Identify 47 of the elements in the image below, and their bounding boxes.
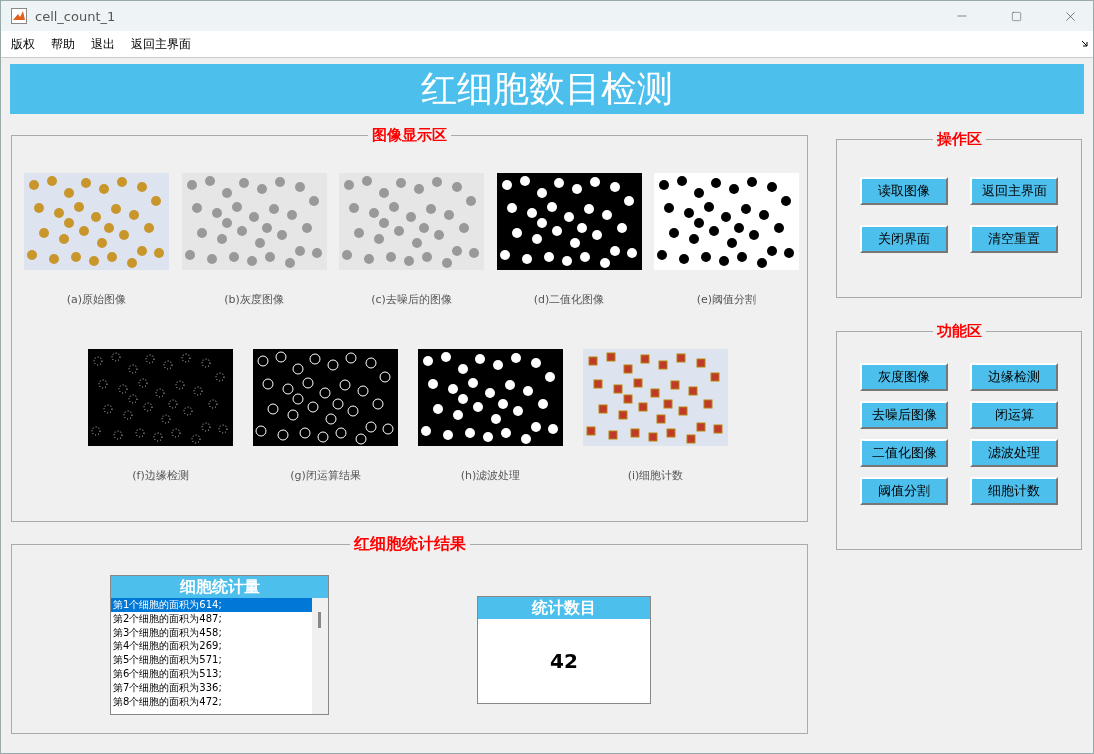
list-item[interactable]: 第2个细胞的面积为487;: [111, 611, 312, 626]
action-button[interactable]: 返回主界面: [970, 177, 1058, 205]
function-button[interactable]: 闭运算: [970, 401, 1058, 429]
image-caption: (b)灰度图像: [224, 292, 284, 307]
list-item[interactable]: 第6个细胞的面积为513;: [111, 667, 312, 681]
function-button[interactable]: 灰度图像: [860, 363, 948, 391]
list-item[interactable]: 第4个细胞的面积为269;: [111, 639, 312, 654]
image-caption: (c)去噪后的图像: [371, 292, 452, 307]
image-caption: (h)滤波处理: [460, 468, 521, 483]
menu-item[interactable]: 返回主界面: [125, 33, 197, 55]
cell-stats-listbox[interactable]: 细胞统计量 第1个细胞的面积为614; 第2个细胞的面积为487; 第3个细胞的面积为458; 第4个细胞的面积为269; 第5个细胞的面积为571; 第6个细胞的面积为513; 第7个细胞的面积为336; 第8个细胞的面积为472;: [110, 575, 329, 715]
image-caption: (d)二值化图像: [533, 292, 605, 307]
function-button[interactable]: 细胞计数: [970, 477, 1058, 505]
function-button[interactable]: 阈值分割: [860, 477, 948, 505]
panel-title: 功能区: [935, 322, 983, 341]
function-button[interactable]: 去噪后图像: [860, 401, 948, 429]
function-button[interactable]: 边缘检测: [970, 363, 1058, 391]
list-item[interactable]: 第5个细胞的面积为571;: [111, 653, 312, 667]
function-button[interactable]: 滤波处理: [970, 439, 1058, 467]
window-title: cell_count_1: [35, 8, 117, 24]
panel-title: 图像显示区: [371, 126, 448, 145]
list-item[interactable]: 第3个细胞的面积为458;: [111, 625, 312, 640]
count-header: 统计数目: [478, 597, 650, 619]
maximize-icon: [1010, 10, 1022, 22]
dock-arrow-icon[interactable]: [1081, 40, 1089, 48]
app-banner-title: 红细胞数目检测: [10, 64, 1084, 114]
function-button[interactable]: 二值化图像: [860, 439, 948, 467]
menu-item[interactable]: 帮助: [45, 33, 81, 55]
image-caption: (g)闭运算结果: [290, 468, 361, 483]
list-item[interactable]: 第8个细胞的面积为472;: [111, 694, 312, 709]
app-logo-icon: [11, 8, 27, 24]
scrollbar-thumb[interactable]: [318, 612, 321, 628]
image-caption: (a)原始图像: [66, 292, 127, 307]
count-value: 42: [549, 648, 579, 675]
listbox-header: 细胞统计量: [111, 576, 328, 598]
image-caption: (e)阈值分割: [696, 292, 757, 307]
panel-title: 操作区: [935, 130, 983, 149]
list-item[interactable]: 第1个细胞的面积为614;: [111, 598, 312, 612]
image-caption: (f)边缘检测: [132, 468, 189, 483]
image-caption: (i)细胞计数: [627, 468, 684, 483]
list-item[interactable]: 第7个细胞的面积为336;: [111, 680, 312, 695]
action-button[interactable]: 关闭界面: [860, 225, 948, 253]
menu-item[interactable]: 退出: [85, 33, 121, 55]
menu-item[interactable]: 版权: [5, 33, 41, 55]
panel-title: 红细胞统计结果: [352, 534, 467, 555]
action-button[interactable]: 读取图像: [860, 177, 948, 205]
action-button[interactable]: 清空重置: [970, 225, 1058, 253]
